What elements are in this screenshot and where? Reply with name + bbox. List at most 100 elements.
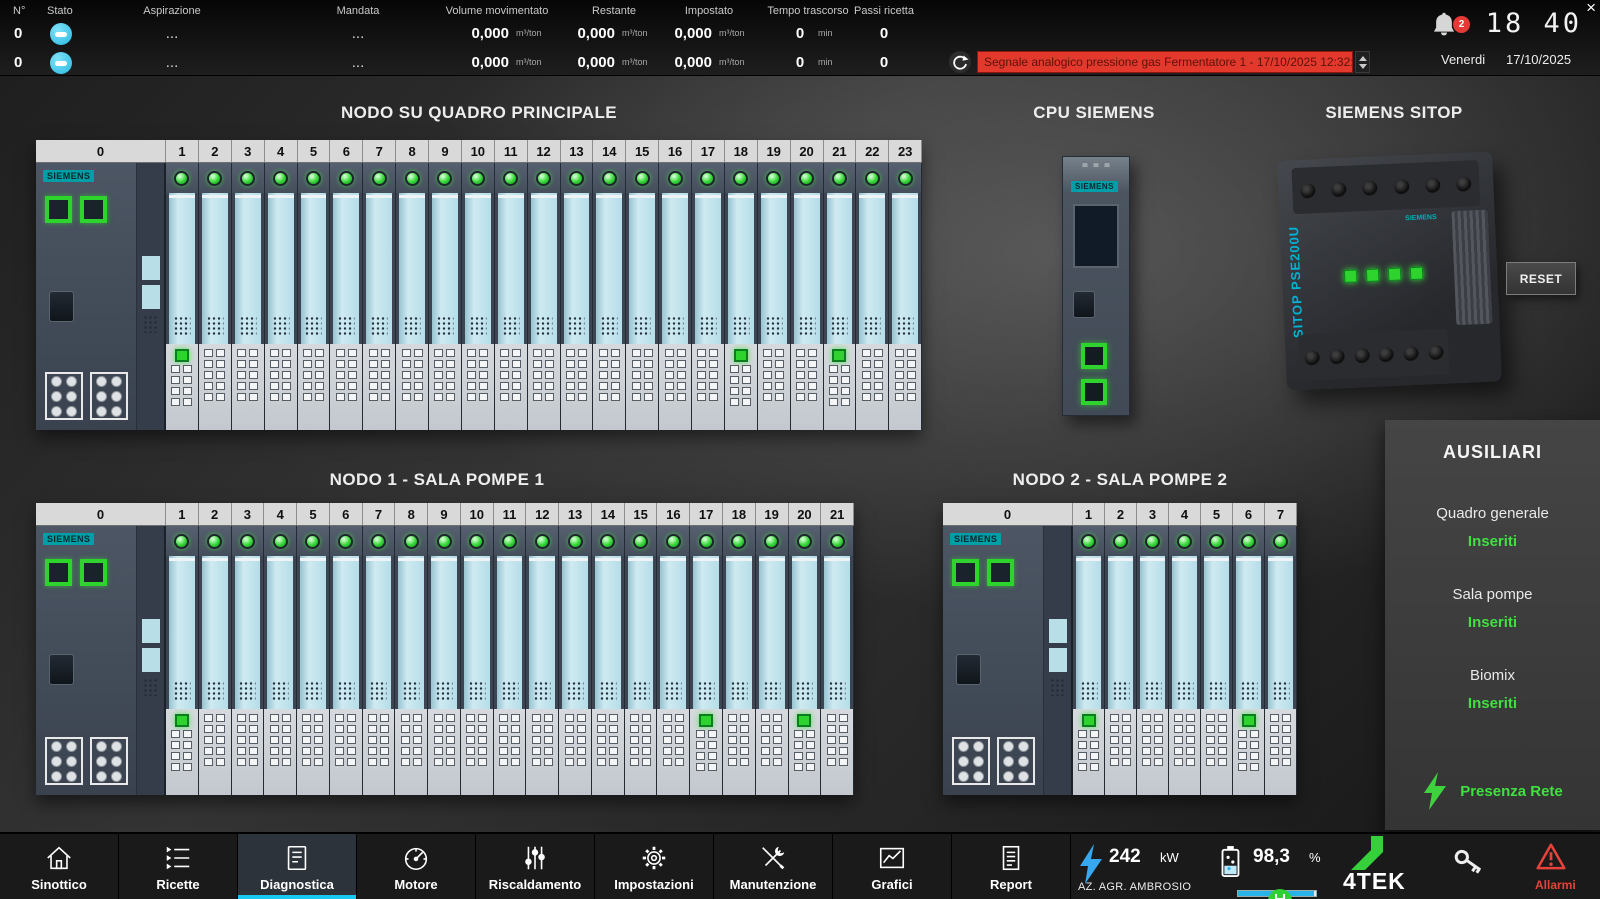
io-module xyxy=(690,526,723,795)
terminal-square xyxy=(794,741,803,749)
connector-dots xyxy=(239,316,256,337)
nav-motore[interactable]: Motore xyxy=(357,834,476,899)
terminal-square xyxy=(302,725,311,733)
slot-number: 7 xyxy=(363,140,396,162)
terminal-area xyxy=(526,709,558,795)
nav-riscaldamento[interactable]: Riscaldamento xyxy=(476,834,595,899)
nav-grafici[interactable]: Grafici xyxy=(833,834,952,899)
terminal-square xyxy=(314,714,323,722)
terminal-square xyxy=(533,371,542,379)
alarms-label[interactable]: Allarmi xyxy=(1535,878,1576,892)
slot-number: 1 xyxy=(1073,503,1105,525)
terminal-square xyxy=(841,398,850,406)
rack-nodo1-title: NODO 1 - SALA POMPE 1 xyxy=(330,470,545,490)
module-body xyxy=(202,193,228,344)
terminal-square xyxy=(827,736,836,744)
status-led-green xyxy=(865,171,880,186)
terminal-square xyxy=(434,371,443,379)
terminal-square xyxy=(314,725,323,733)
terminal-square xyxy=(402,360,411,368)
module-status xyxy=(723,526,755,556)
terminal-square xyxy=(237,747,246,755)
ethernet-port xyxy=(80,559,107,586)
terminal-square xyxy=(499,758,508,766)
status-toggle-icon[interactable] xyxy=(50,52,72,74)
close-icon[interactable]: × xyxy=(1586,0,1596,18)
status-led-green xyxy=(437,171,452,186)
nav-diagnostica[interactable]: Diagnostica xyxy=(238,834,357,899)
connector-dots xyxy=(829,681,846,702)
sitop-section-title: SIEMENS SITOP xyxy=(1325,103,1462,123)
terminal-square xyxy=(446,736,455,744)
module-body xyxy=(595,556,621,709)
terminal-pair xyxy=(303,360,324,368)
terminal-circle xyxy=(1018,756,1029,767)
terminal-pair xyxy=(171,730,192,738)
mode-button xyxy=(1073,291,1095,318)
rack-slot-numbers: 01234567891011121314151617181920212223 xyxy=(36,140,922,163)
terminal-pair xyxy=(237,393,258,401)
alarm-scroll-up-icon[interactable] xyxy=(1359,56,1367,61)
plc-cpu-module: SIEMENS xyxy=(36,526,166,795)
channel-led-green xyxy=(699,714,713,727)
terminal-square xyxy=(642,736,651,744)
nav-report[interactable]: Report xyxy=(952,834,1071,899)
terminal-circle xyxy=(66,741,77,752)
terminal-square xyxy=(270,736,279,744)
module-status xyxy=(428,526,460,556)
status-toggle-icon[interactable] xyxy=(50,23,72,45)
aspirazione-value: ... xyxy=(142,21,202,47)
terminal-square xyxy=(446,382,455,390)
terminal-box xyxy=(952,737,990,785)
alarm-scroll-down-icon[interactable] xyxy=(1359,64,1367,69)
active-alarm-message[interactable]: Segnale analogico pressione gas Fermenta… xyxy=(977,51,1353,73)
siemens-logo: SIEMENS xyxy=(950,533,1001,545)
terminal-square xyxy=(1270,725,1279,733)
nav-impostazioni[interactable]: Impostazioni xyxy=(595,834,714,899)
home-icon xyxy=(43,843,75,873)
status-led-green xyxy=(668,171,683,186)
terminal-square xyxy=(237,382,246,390)
terminal-pair xyxy=(827,736,848,744)
terminal-block xyxy=(142,256,160,280)
cpu-section-title: CPU SIEMENS xyxy=(1033,103,1155,123)
nav-manutenzione[interactable]: Manutenzione xyxy=(714,834,833,899)
module-body xyxy=(794,193,820,344)
col-header-restante: Restante xyxy=(592,5,636,17)
status-led-green xyxy=(1145,534,1160,549)
terminal-square xyxy=(862,360,871,368)
connector-dots xyxy=(143,315,159,333)
alarm-bell-icon[interactable]: 2 xyxy=(1430,10,1464,42)
module-status xyxy=(265,163,297,193)
nav-sinottico[interactable]: Sinottico xyxy=(0,834,119,899)
module-body xyxy=(662,193,688,344)
terminal-pair xyxy=(171,763,192,771)
tempo-value: 0 xyxy=(790,50,810,76)
terminal-square xyxy=(773,758,782,766)
terminal-square xyxy=(402,349,411,357)
nav-ricette[interactable]: Ricette xyxy=(119,834,238,899)
terminal-square xyxy=(1122,736,1131,744)
terminal-pair xyxy=(566,382,587,390)
terminal-area xyxy=(559,709,591,795)
terminal-pair xyxy=(434,758,455,766)
terminal-block xyxy=(142,619,160,643)
connector-dots xyxy=(599,681,616,702)
alarm-refresh-icon[interactable] xyxy=(948,50,972,74)
terminal-circle xyxy=(973,771,984,782)
terminal-square xyxy=(249,349,258,357)
terminal-square xyxy=(763,382,772,390)
terminal-square xyxy=(677,349,686,357)
aux-item-label: Biomix xyxy=(1470,667,1515,684)
terminal-square xyxy=(709,393,718,401)
reset-button[interactable]: RESET xyxy=(1506,262,1576,295)
alarm-warning-icon[interactable] xyxy=(1533,840,1569,874)
terminal-square xyxy=(665,360,674,368)
key-icon[interactable] xyxy=(1449,842,1489,882)
terminal-square xyxy=(544,725,553,733)
nav-label: Ricette xyxy=(156,877,199,892)
terminal-square xyxy=(183,730,192,738)
terminal-square xyxy=(839,714,848,722)
terminal-square xyxy=(183,387,192,395)
terminal-square xyxy=(696,741,705,749)
